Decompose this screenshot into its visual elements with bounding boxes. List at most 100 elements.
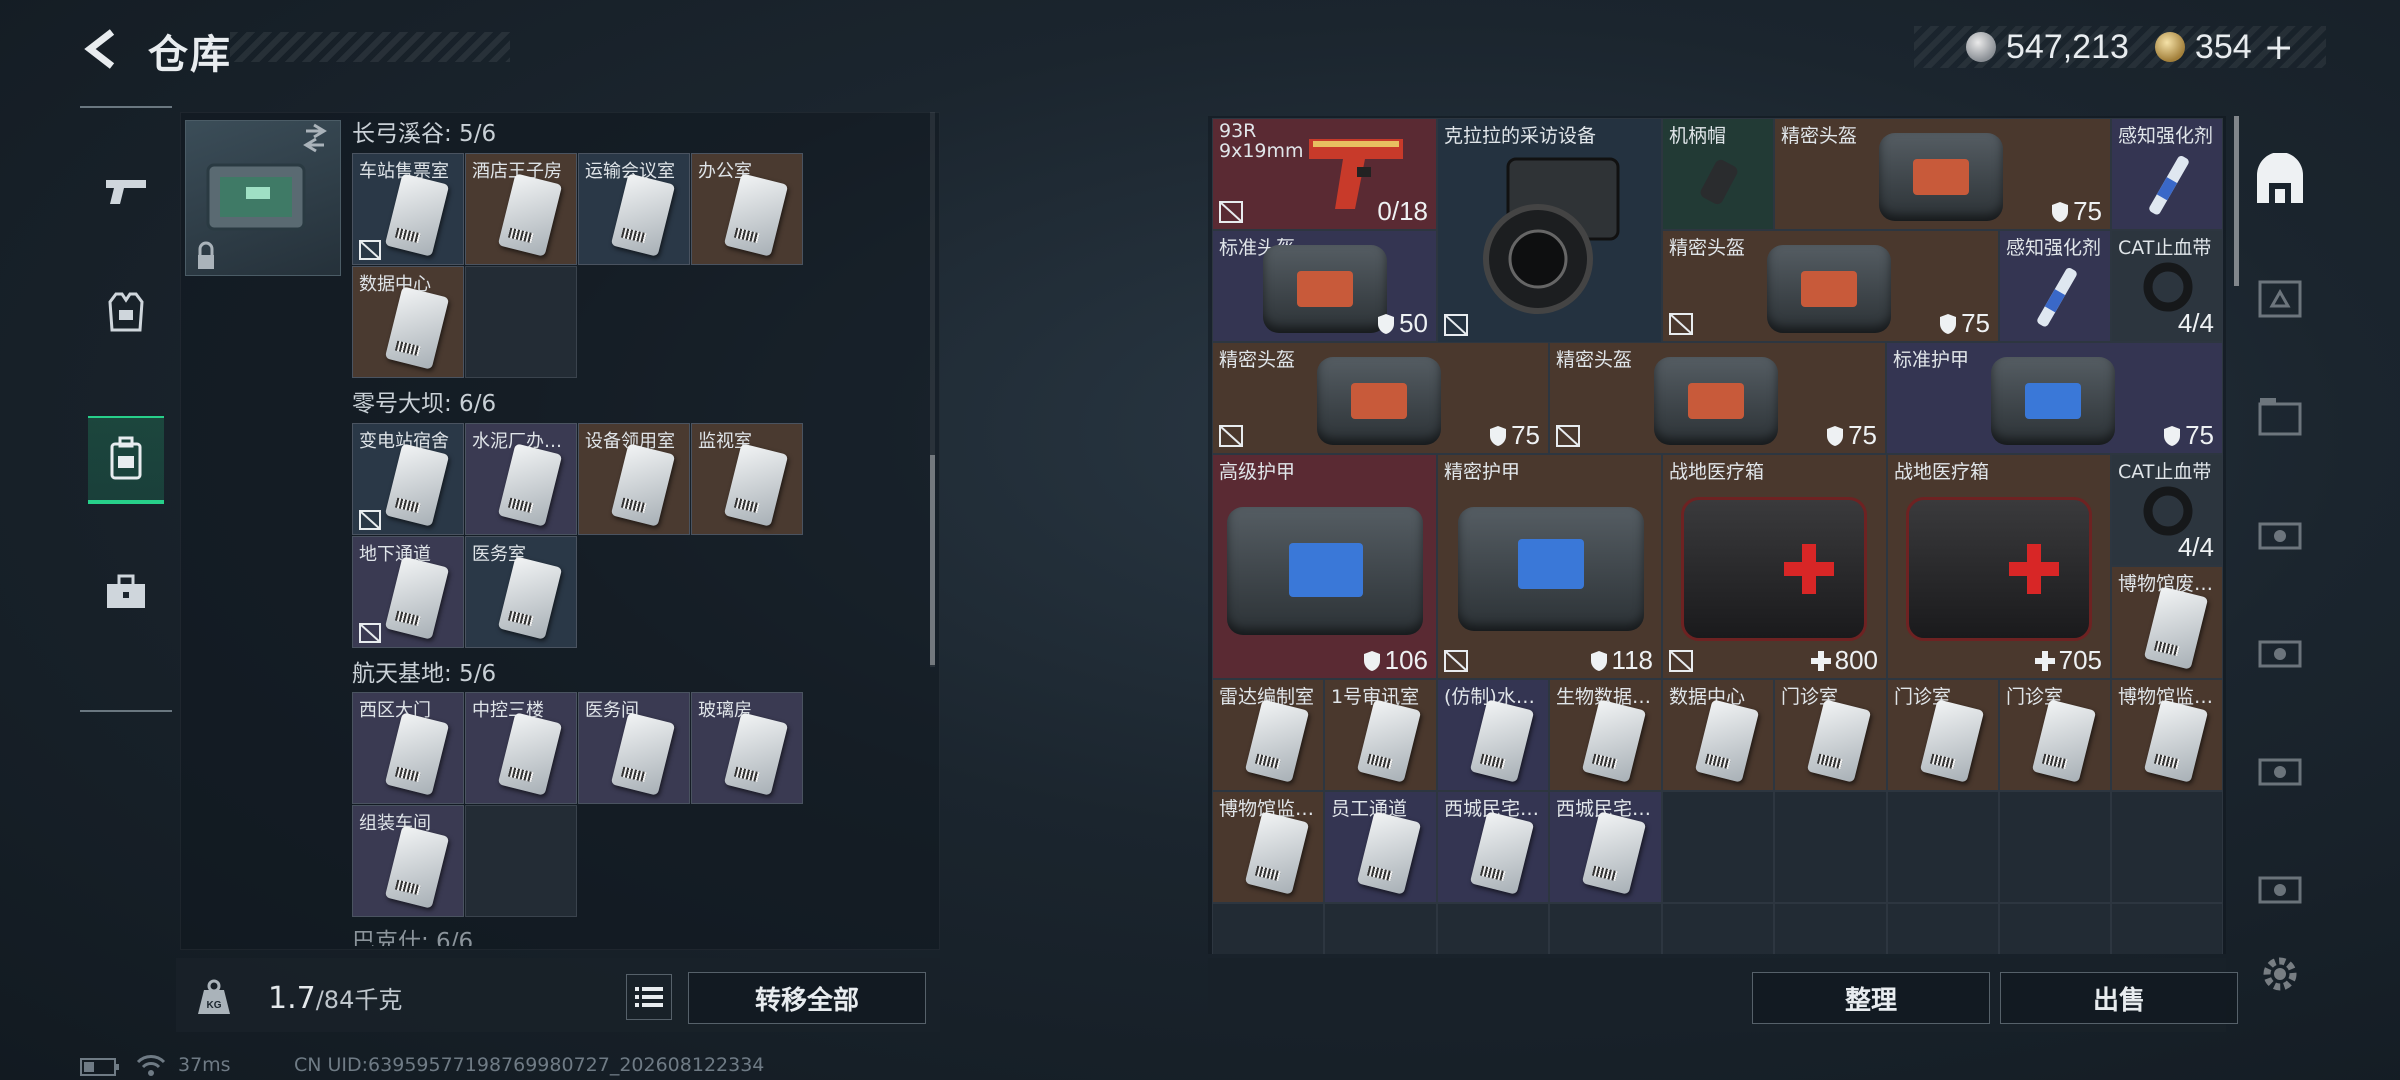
keycard-slot[interactable]: 酒店王子房 [465,153,577,265]
list-view-button[interactable] [626,974,672,1020]
empty-slot[interactable] [1662,791,1774,903]
tab-warehouse-4[interactable] [2248,498,2312,570]
durability-value: 75 [1848,420,1877,450]
empty-slot[interactable] [1774,791,1887,903]
add-currency-button[interactable]: + [2264,27,2294,68]
tab-warehouse-5[interactable] [2248,616,2312,688]
tab-warehouse-3[interactable] [2248,380,2312,452]
no-transfer-icon [1444,650,1468,672]
sell-button[interactable]: 出售 [2000,972,2238,1024]
settings-button[interactable] [2248,944,2312,1004]
keycard-item[interactable]: 博物馆监… [1212,791,1324,903]
tab-warehouse-2[interactable] [2248,262,2312,334]
keycard-slot[interactable]: 车站售票室 [352,153,464,265]
keycard-slot[interactable]: 水泥厂办… [465,423,577,535]
tab-warehouse-main[interactable] [2248,144,2312,216]
syringe-icon [2149,156,2189,215]
keycard-item[interactable]: 门诊室 [1774,679,1887,791]
empty-slot[interactable] [1549,903,1662,954]
warehouse-icon [2257,153,2303,203]
armor-vest-icon [1458,507,1644,631]
item-advanced-armor[interactable]: 高级护甲 106 [1212,454,1437,679]
empty-slot[interactable] [1774,903,1887,954]
item-standard-helmet[interactable]: 标准头盔 50 [1212,230,1437,342]
keycard-slot[interactable]: 中控三楼 [465,692,577,804]
keycard-slot[interactable]: 西区大门 [352,692,464,804]
empty-slot[interactable] [1887,791,1999,903]
keycard-item[interactable]: 数据中心 [1662,679,1774,791]
keycard-slot[interactable]: 医务间 [578,692,690,804]
item-precision-armor[interactable]: 精密护甲 118 [1437,454,1662,679]
keycard-icon [497,712,563,796]
empty-slot[interactable] [1662,903,1774,954]
empty-slot[interactable] [465,805,577,917]
gear-icon [2263,957,2297,991]
keycard-slot[interactable]: 办公室 [691,153,803,265]
item-field-medkit[interactable]: 战地医疗箱 705 [1887,454,2111,679]
svg-text:KG: KG [207,1000,222,1011]
item-perception-stim[interactable]: 感知强化剂 [2111,118,2223,230]
keycard-item[interactable]: 门诊室 [1999,679,2111,791]
item-standard-armor[interactable]: 标准护甲 75 [1886,342,2223,454]
group-label-dam: 零号大坝: 6/6 [352,391,497,417]
organize-button[interactable]: 整理 [1752,972,1990,1024]
keycard-slot[interactable]: 医务室 [465,536,577,648]
item-cat-tourniquet[interactable]: CAT止血带 4/4 [2111,454,2223,566]
shield-icon [1490,425,1507,446]
left-scroll-thumb[interactable] [930,455,935,665]
empty-slot[interactable] [2111,903,2223,954]
empty-slot[interactable] [465,266,577,378]
item-precision-helmet[interactable]: 精密头盔 75 [1774,118,2111,230]
empty-slot[interactable] [1887,903,1999,954]
nav-toolbox[interactable] [88,548,164,636]
item-pistol-93r[interactable]: 93R 9x19mm 0/18 [1212,118,1437,230]
empty-slot[interactable] [1324,903,1437,954]
keycard-item[interactable]: 西城民宅… [1549,791,1662,903]
item-precision-helmet[interactable]: 精密头盔 75 [1212,342,1549,454]
tab-warehouse-7[interactable] [2248,852,2312,924]
nav-weapons[interactable] [88,148,164,236]
keycard-item[interactable]: 雷达编制室 [1212,679,1324,791]
empty-slot[interactable] [1437,903,1549,954]
item-precision-helmet[interactable]: 精密头盔 75 [1662,230,1999,342]
keycard-item[interactable]: 员工通道 [1324,791,1437,903]
empty-slot[interactable] [1999,903,2111,954]
keycard-slot[interactable]: 数据中心 [352,266,464,378]
item-precision-helmet[interactable]: 精密头盔 75 [1549,342,1886,454]
keycard-item[interactable]: 西城民宅… [1437,791,1549,903]
keycard-slot[interactable]: 玻璃房 [691,692,803,804]
plus-icon [1810,650,1831,671]
empty-slot[interactable] [1212,903,1324,954]
keycard-slot[interactable]: 组装车间 [352,805,464,917]
keycard-slot[interactable]: 变电站宿舍 [352,423,464,535]
empty-slot[interactable] [1999,791,2111,903]
back-button[interactable] [78,26,124,72]
nav-armor[interactable] [88,268,164,356]
keycard-slot[interactable]: 地下通道 [352,536,464,648]
right-scrollbar[interactable] [2234,116,2239,286]
empty-slot[interactable] [2111,791,2223,903]
keycard-slot[interactable]: 监视室 [691,423,803,535]
keycard-item[interactable]: 门诊室 [1887,679,1999,791]
keycard-slot[interactable]: 运输会议室 [578,153,690,265]
item-cat-tourniquet[interactable]: CAT止血带 4/4 [2111,230,2223,342]
keycard-case-icon [198,123,327,269]
keycard-item[interactable]: 博物馆监… [2111,679,2223,791]
list-icon [635,987,663,1007]
item-handle-cap[interactable]: 机柄帽 [1662,118,1774,230]
keycard-item[interactable]: 生物数据… [1549,679,1662,791]
tab-warehouse-6[interactable] [2248,734,2312,806]
group-label-bakesh: 巴克什: 6/6 [352,929,474,946]
keycard-case[interactable] [185,120,341,276]
shield-icon [1827,425,1844,446]
item-field-medkit[interactable]: 战地医疗箱 800 [1662,454,1887,679]
keycard-slot[interactable]: 设备领用室 [578,423,690,535]
keycard-item[interactable]: 博物馆废… [2111,566,2223,679]
item-perception-stim[interactable]: 感知强化剂 [1999,230,2111,342]
nav-backpack[interactable] [88,416,164,504]
keycard-item[interactable]: 1号审讯室 [1324,679,1437,791]
item-interview-camera[interactable]: 克拉拉的采访设备 [1437,118,1662,343]
keycard-item[interactable]: (仿制)水… [1437,679,1549,791]
transfer-all-button[interactable]: 转移全部 [688,972,926,1024]
folder-box-icon [2258,398,2302,436]
